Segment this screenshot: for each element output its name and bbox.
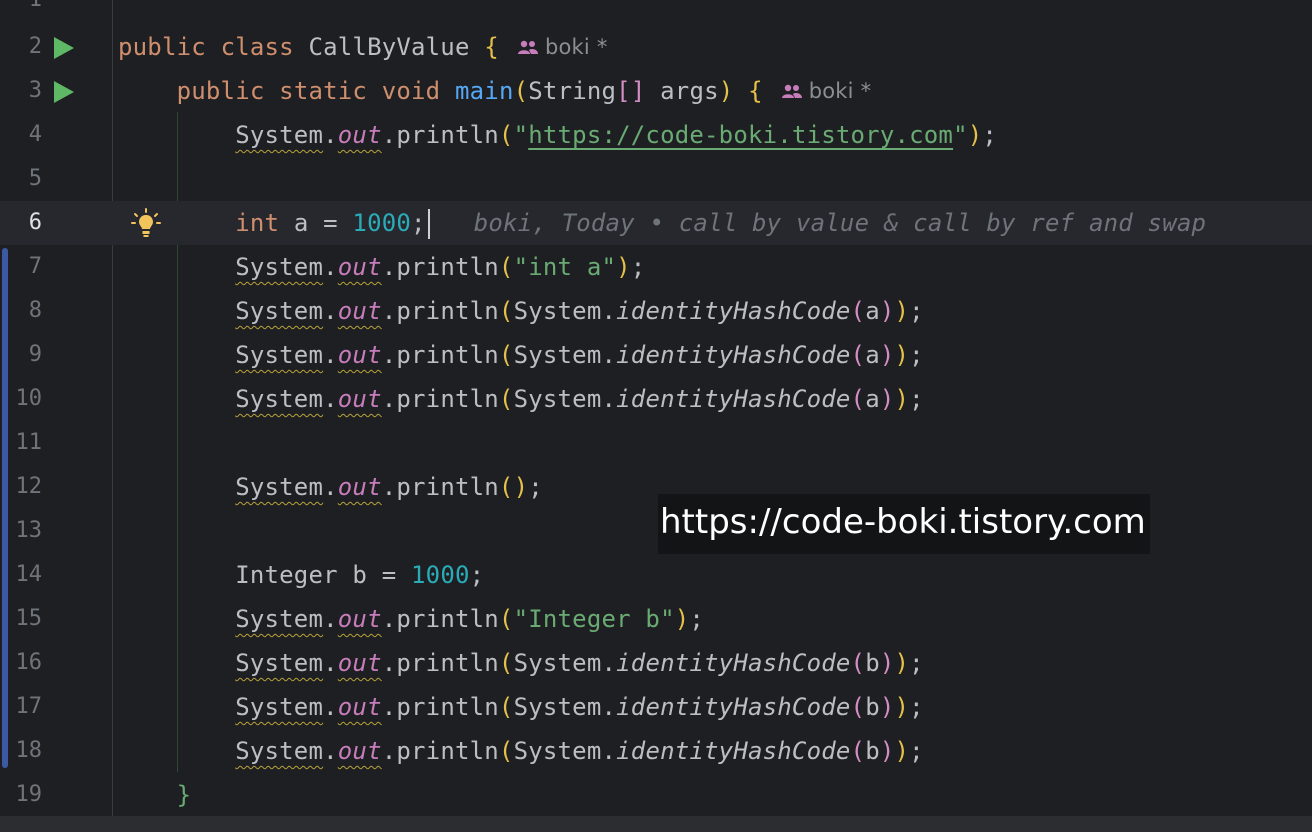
line-number: 10 (15, 386, 43, 411)
code-text: } (176, 781, 192, 809)
line-number: 2 (28, 34, 42, 59)
url-link[interactable]: https://code-boki.tistory.com (528, 121, 953, 149)
code-editor[interactable]: 1 2 public class CallByValue {boki * 3 p… (0, 0, 1312, 816)
line-number: 18 (15, 738, 43, 763)
text-caret (427, 209, 430, 239)
code-author-hint[interactable]: boki * (781, 69, 872, 113)
line-number: 11 (15, 430, 43, 455)
line-number: 15 (15, 606, 43, 631)
users-icon (781, 84, 802, 98)
code-line-19[interactable]: 19 } (0, 773, 1312, 817)
code-line-5[interactable]: 5 (0, 157, 1312, 201)
code-text: System.out.println(System.identityHashCo… (235, 649, 924, 677)
line-number: 14 (15, 562, 43, 587)
code-line-16[interactable]: 16 System.out.println(System.identityHas… (0, 641, 1312, 685)
code-text: System.out.println("Integer b"); (235, 605, 705, 633)
code-line-10[interactable]: 10 System.out.println(System.identityHas… (0, 377, 1312, 421)
code-text: int a = 1000; boki, Today • call by value… (235, 209, 1207, 239)
code-text: System.out.println(System.identityHashCo… (235, 693, 924, 721)
code-line-11[interactable]: 11 (0, 421, 1312, 465)
line-number: 4 (28, 122, 42, 147)
code-line-17[interactable]: 17 System.out.println(System.identityHas… (0, 685, 1312, 729)
run-class-icon[interactable] (54, 37, 74, 59)
code-line-4[interactable]: 4 System.out.println("https://code-boki.… (0, 113, 1312, 157)
code-text: public class CallByValue {boki * (118, 25, 608, 69)
code-line-15[interactable]: 15 System.out.println("Integer b"); (0, 597, 1312, 641)
line-number: 6 (28, 210, 42, 235)
code-author-hint[interactable]: boki * (517, 25, 608, 69)
users-icon (517, 40, 538, 54)
line-number: 1 (0, 0, 42, 22)
code-text: System.out.println(System.identityHashCo… (235, 737, 924, 765)
code-line-3[interactable]: 3 public static void main(String[] args)… (0, 69, 1312, 113)
code-text: System.out.println("https://code-boki.ti… (235, 121, 998, 149)
code-line-7[interactable]: 7 System.out.println("int a"); (0, 245, 1312, 289)
code-line-18[interactable]: 18 System.out.println(System.identityHas… (0, 729, 1312, 773)
code-text: System.out.println(System.identityHashCo… (235, 297, 924, 325)
code-line-1[interactable]: 1 (0, 0, 1312, 22)
horizontal-scrollbar[interactable] (0, 816, 1312, 832)
line-number: 7 (28, 254, 42, 279)
line-number: 9 (28, 342, 42, 367)
line-number: 16 (15, 650, 43, 675)
line-number: 12 (15, 474, 43, 499)
code-text: System.out.println(); (235, 473, 543, 501)
line-number: 8 (28, 298, 42, 323)
code-text: System.out.println("int a"); (235, 253, 646, 281)
code-line-8[interactable]: 8 System.out.println(System.identityHash… (0, 289, 1312, 333)
code-text: public static void main(String[] args) {… (118, 69, 871, 113)
code-text: System.out.println(System.identityHashCo… (235, 341, 924, 369)
line-number: 13 (15, 518, 43, 543)
blog-watermark: https://code-boki.tistory.com (658, 494, 1150, 554)
code-line-2[interactable]: 2 public class CallByValue {boki * (0, 25, 1312, 69)
code-text: Integer b = 1000; (235, 561, 485, 589)
code-text: System.out.println(System.identityHashCo… (235, 385, 924, 413)
line-number: 19 (15, 782, 43, 807)
line-number: 3 (28, 78, 42, 103)
code-line-6-current[interactable]: 6 int a = 1000; boki, Today • call by val… (0, 201, 1312, 245)
git-blame-inlay[interactable]: boki, Today • call by value & call by re… (474, 209, 1206, 237)
line-number: 17 (15, 694, 43, 719)
line-number: 5 (28, 166, 42, 191)
code-line-14[interactable]: 14 Integer b = 1000; (0, 553, 1312, 597)
run-main-icon[interactable] (54, 81, 74, 103)
code-line-9[interactable]: 9 System.out.println(System.identityHash… (0, 333, 1312, 377)
